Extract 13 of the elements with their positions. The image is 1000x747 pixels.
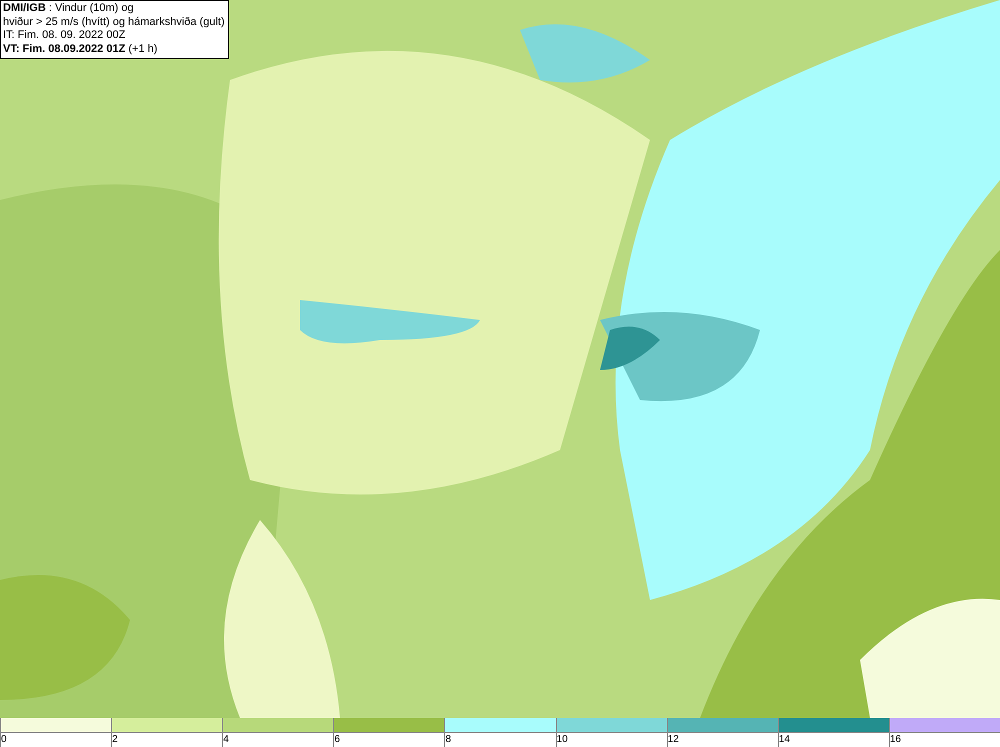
legend-label: 6 xyxy=(334,733,340,746)
info-text: VT: Fim. 08.09.2022 01Z (+1 h) xyxy=(3,42,158,56)
info-text: IT: Fim. 08. 09. 2022 00Z xyxy=(3,29,126,42)
legend-label: 10 xyxy=(556,733,568,746)
legend-label: 2 xyxy=(112,733,118,746)
legend-label: 0 xyxy=(1,733,7,746)
legend-label: 8 xyxy=(445,733,451,746)
info-text: hviður > 25 m/s (hvítt) og hámarkshviða (gult) xyxy=(3,16,225,29)
legend-label: 14 xyxy=(778,733,790,746)
legend-label: 12 xyxy=(668,733,679,746)
legend-label: 4 xyxy=(223,733,229,746)
info-text: DMI/IGB : Vindur (10m) og xyxy=(3,2,135,16)
legend-label: 16 xyxy=(890,733,901,746)
